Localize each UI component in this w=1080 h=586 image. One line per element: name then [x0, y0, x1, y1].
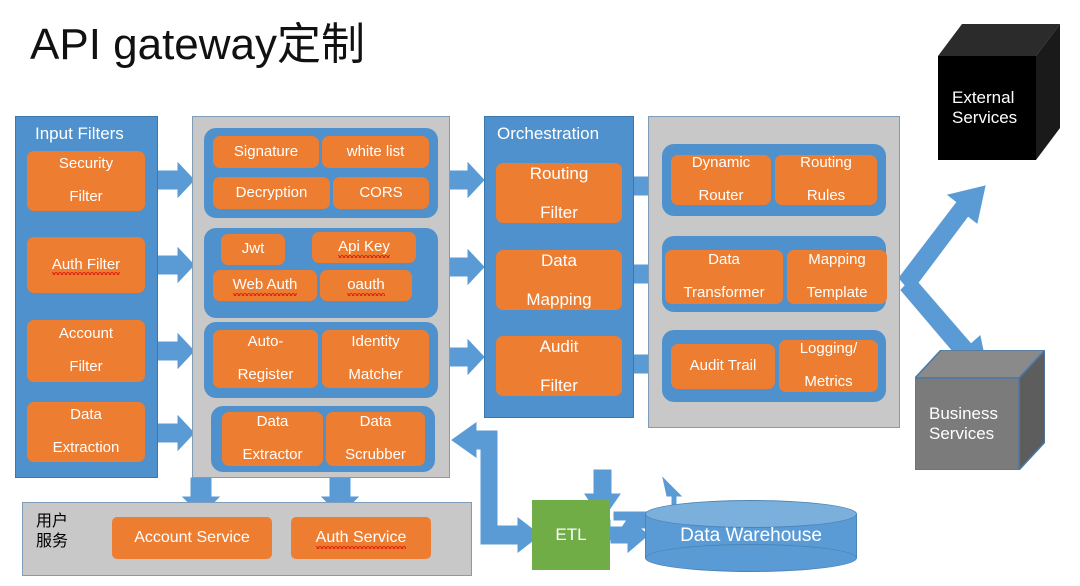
chip-auto-register[interactable]: Auto- Register: [213, 330, 318, 388]
chip-white-list[interactable]: white list: [322, 136, 429, 168]
chip-routing-filter[interactable]: Routing Filter: [496, 163, 622, 223]
chip-api-key[interactable]: Api Key: [312, 232, 416, 263]
arrow-account-to-filters: [157, 332, 195, 370]
chip-auth-service[interactable]: Auth Service: [291, 517, 431, 559]
arrow-filters-to-routing: [449, 161, 485, 199]
node-etl[interactable]: ETL: [532, 500, 610, 570]
panel-title-user-services: 用户 服务: [36, 513, 69, 550]
cube-label-external-services: External Services: [952, 87, 1018, 127]
chip-signature[interactable]: Signature: [213, 136, 319, 168]
arrow-auth-to-filters: [157, 246, 195, 284]
cylinder-bottom: [645, 544, 857, 572]
arrow-etl-to-warehouse: [610, 516, 649, 554]
chip-data-extraction[interactable]: Data Extraction: [27, 402, 145, 462]
data-warehouse-label: Data Warehouse: [680, 525, 822, 546]
chip-account-service[interactable]: Account Service: [112, 517, 272, 559]
chip-data-mapping[interactable]: Data Mapping: [496, 250, 622, 310]
arrow-stem-into-etl: [593, 469, 612, 501]
cube-label-business-services: Business Services: [929, 403, 998, 443]
node-data-warehouse[interactable]: Data Warehouse: [645, 500, 857, 572]
etl-label: ETL: [555, 525, 587, 544]
cube-business-services[interactable]: Business Services: [915, 350, 1045, 470]
chip-decryption[interactable]: Decryption: [213, 177, 330, 209]
panel-title-orchestration: Orchestration: [497, 124, 600, 143]
arrow-security-to-filters: [157, 161, 195, 199]
chip-data-transformer[interactable]: Data Transformer: [665, 250, 783, 304]
arrow-filters-to-mapping: [449, 248, 485, 286]
chip-data-scrubber[interactable]: Data Scrubber: [326, 412, 425, 466]
chip-routing-rules[interactable]: Routing Rules: [775, 154, 877, 205]
panel-title-input-filters: Input Filters: [35, 124, 124, 143]
chip-audit-filter[interactable]: Audit Filter: [496, 336, 622, 396]
chip-data-extractor[interactable]: Data Extractor: [222, 412, 323, 466]
chip-cors[interactable]: CORS: [333, 177, 429, 209]
arrow-to-external-services: [898, 185, 986, 293]
page-title: API gateway定制: [30, 20, 366, 69]
chip-jwt[interactable]: Jwt: [221, 234, 285, 265]
chip-auth-filter[interactable]: Auth Filter: [27, 237, 145, 293]
chip-web-auth[interactable]: Web Auth: [213, 270, 317, 301]
arrow-filters-to-audit: [449, 338, 485, 376]
arrow-dataextraction-to-filters: [157, 414, 195, 452]
chip-account-filter[interactable]: Account Filter: [27, 320, 145, 382]
cylinder-top: [645, 500, 857, 528]
chip-security-filter[interactable]: Security Filter: [27, 151, 145, 211]
chip-oauth[interactable]: oauth: [320, 270, 412, 301]
chip-logging-metrics[interactable]: Logging/Metrics: [779, 340, 878, 392]
chip-mapping-template[interactable]: Mapping Template: [787, 250, 887, 304]
chip-dynamic-router[interactable]: Dynamic Router: [671, 154, 771, 205]
cube-external-services[interactable]: External Services: [938, 24, 1060, 160]
chip-audit-trail[interactable]: Audit Trail: [671, 344, 775, 389]
diagram-canvas: API gateway定制 Input Filters Security Fil…: [0, 0, 1080, 586]
chip-identity-matcher[interactable]: Identity Matcher: [322, 330, 429, 388]
